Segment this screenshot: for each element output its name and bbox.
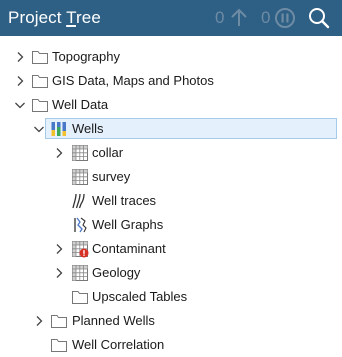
well-graphs-icon: [74, 217, 87, 233]
tree-item-label: Contaminant: [92, 241, 166, 256]
wells-icon: [51, 122, 66, 136]
table-icon: [72, 169, 88, 185]
tree-item-contaminant[interactable]: Contaminant: [0, 238, 342, 260]
tree-item-label: Upscaled Tables: [92, 289, 188, 304]
tree-item-topography[interactable]: Topography: [0, 46, 342, 68]
folder-icon: [51, 315, 67, 328]
tree-item-label: survey: [92, 169, 131, 184]
tree-item-geology[interactable]: Geology: [0, 262, 342, 284]
tree-item-survey[interactable]: survey: [0, 166, 342, 188]
table-icon: [72, 265, 88, 281]
chevron-right-icon[interactable]: [53, 243, 65, 255]
tree-item-well-graphs[interactable]: Well Graphs: [0, 214, 342, 236]
tree-item-gis-data[interactable]: GIS Data, Maps and Photos: [0, 70, 342, 92]
table-icon: [72, 145, 88, 161]
tree-item-wells[interactable]: Wells: [0, 118, 342, 140]
tree-item-label: Well Graphs: [92, 217, 164, 232]
upload-counter: 0: [215, 8, 225, 27]
folder-icon: [32, 75, 48, 88]
tree-item-label: Topography: [52, 49, 120, 64]
well-traces-icon: [72, 193, 85, 209]
table-error-icon: [72, 241, 89, 258]
tree-item-label: Well Correlation: [72, 337, 165, 352]
tree-item-label: GIS Data, Maps and Photos: [52, 73, 214, 88]
chevron-right-icon[interactable]: [14, 51, 26, 63]
tree-item-planned-wells[interactable]: Planned Wells: [0, 310, 342, 332]
folder-icon: [32, 51, 48, 64]
chevron-right-icon[interactable]: [14, 75, 26, 87]
tree-item-label: Wells: [72, 121, 104, 136]
tree-item-collar[interactable]: collar: [0, 142, 342, 164]
chevron-right-icon[interactable]: [53, 267, 65, 279]
tree-item-label: Well Data: [52, 97, 109, 112]
tree-item-upscaled-tables[interactable]: Upscaled Tables: [0, 286, 342, 308]
chevron-right-icon[interactable]: [53, 147, 65, 159]
arrow-up-icon[interactable]: [227, 6, 251, 30]
project-tree-header: Project Tree 0 0: [0, 0, 342, 36]
folder-icon: [72, 291, 88, 304]
tree-item-label: collar: [92, 145, 124, 160]
chevron-right-icon[interactable]: [33, 315, 45, 327]
pause-circle-icon[interactable]: [273, 6, 297, 30]
tree-item-well-traces[interactable]: Well traces: [0, 190, 342, 212]
chevron-down-icon[interactable]: [33, 123, 45, 135]
chevron-down-icon[interactable]: [14, 99, 26, 111]
folder-icon: [32, 99, 48, 112]
tree-item-label: Geology: [92, 265, 141, 280]
task-counter: 0: [261, 8, 271, 27]
tree-item-label: Well traces: [92, 193, 157, 208]
tree-item-label: Planned Wells: [72, 313, 155, 328]
search-icon[interactable]: [307, 6, 331, 30]
folder-icon: [51, 339, 67, 352]
tree-item-well-correlation[interactable]: Well Correlation: [0, 334, 342, 356]
tree-item-well-data[interactable]: Well Data: [0, 94, 342, 116]
panel-title: Project Tree: [8, 8, 101, 27]
